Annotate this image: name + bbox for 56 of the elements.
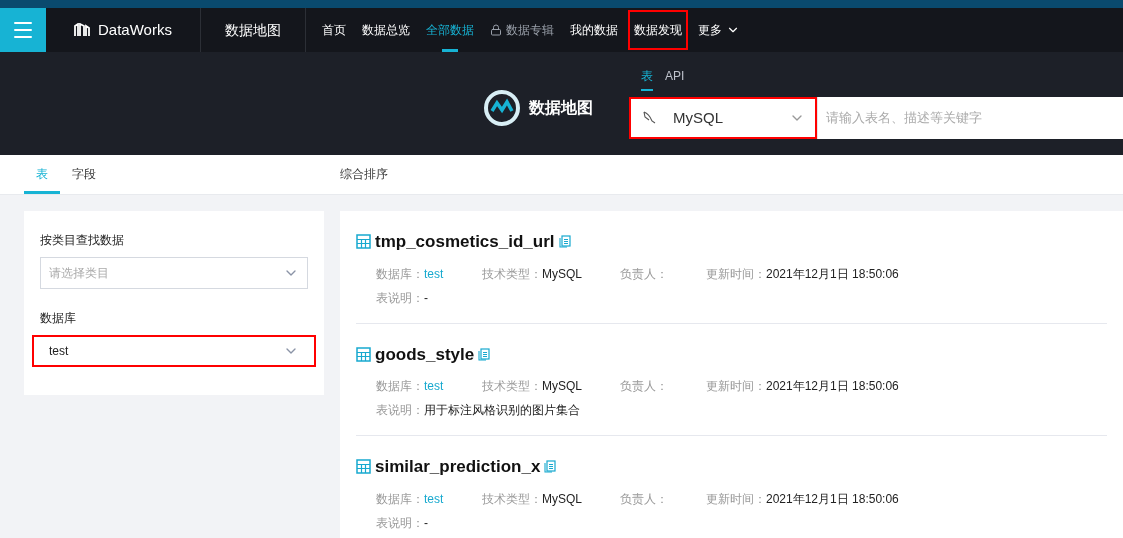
field-label: 负责人：	[620, 491, 668, 506]
field-label: 技术类型：	[482, 265, 542, 283]
field-label: 更新时间：	[706, 265, 766, 283]
field-label: 技术类型：	[482, 490, 542, 508]
nav-link[interactable]: 数据发现	[626, 8, 690, 52]
table-icon	[356, 459, 371, 475]
result-tab[interactable]: 字段	[60, 157, 108, 194]
menu-button[interactable]	[0, 8, 46, 52]
filter-label: 数据库	[40, 310, 77, 327]
field-label: 表说明：	[376, 514, 424, 532]
search-type-tab[interactable]: API	[665, 67, 685, 91]
field-value: -	[424, 514, 428, 532]
brand-name: DataWorks	[98, 19, 172, 40]
database-select[interactable]: test	[32, 335, 316, 367]
table-name-link[interactable]: tmp_cosmetics_id_url	[375, 229, 555, 255]
copy-icon[interactable]	[478, 347, 491, 361]
copy-icon[interactable]	[544, 460, 557, 474]
banner-title: 数据地图	[529, 98, 593, 118]
nav-link[interactable]: 首页	[314, 8, 354, 52]
field-label: 数据库：	[376, 378, 424, 395]
table-name-link[interactable]: goods_style	[375, 341, 475, 367]
logo-icon	[74, 23, 90, 37]
field-label: 表说明：	[376, 402, 424, 419]
field-value: MySQL	[542, 265, 582, 283]
field-label: 数据库：	[376, 490, 424, 508]
search-type-tab[interactable]: 表	[641, 67, 653, 91]
field-value: -	[424, 289, 428, 307]
field-value: MySQL	[542, 490, 582, 508]
table-icon	[356, 346, 371, 362]
active-indicator	[442, 49, 458, 52]
table-icon	[356, 234, 371, 250]
filter-label: 按类目查找数据	[40, 232, 125, 249]
nav-link[interactable]: 全部数据	[418, 8, 482, 52]
copy-icon[interactable]	[558, 235, 571, 249]
field-value: 2021年12月1日 18:50:06	[766, 378, 899, 395]
nav-link[interactable]: 数据总览	[354, 8, 418, 52]
nav-link[interactable]: 数据专辑	[482, 8, 562, 52]
table-name-link[interactable]: similar_prediction_x	[375, 454, 541, 480]
field-value: 用于标注风格识别的图片集合	[424, 402, 580, 419]
field-label: 负责人：	[620, 379, 668, 393]
nav-link[interactable]: 我的数据	[562, 8, 626, 52]
field-label: 负责人：	[620, 266, 668, 281]
field-value: MySQL	[542, 378, 582, 395]
nav-link[interactable]: 更多	[690, 8, 748, 52]
field-value: 2021年12月1日 18:50:06	[766, 490, 899, 508]
source-type-select[interactable]: MySQL	[629, 97, 817, 139]
field-label: 更新时间：	[706, 378, 766, 395]
field-label: 更新时间：	[706, 490, 766, 508]
field-label: 数据库：	[376, 265, 424, 283]
map-logo-icon	[483, 89, 521, 127]
lock-icon	[490, 24, 502, 36]
field-value: 2021年12月1日 18:50:06	[766, 265, 899, 283]
search-field[interactable]: 请输入表名、描述等关键字	[818, 97, 1123, 139]
field-label: 表说明：	[376, 289, 424, 307]
sort-option[interactable]: 综合排序	[340, 157, 388, 194]
field-label: 技术类型：	[482, 378, 542, 395]
